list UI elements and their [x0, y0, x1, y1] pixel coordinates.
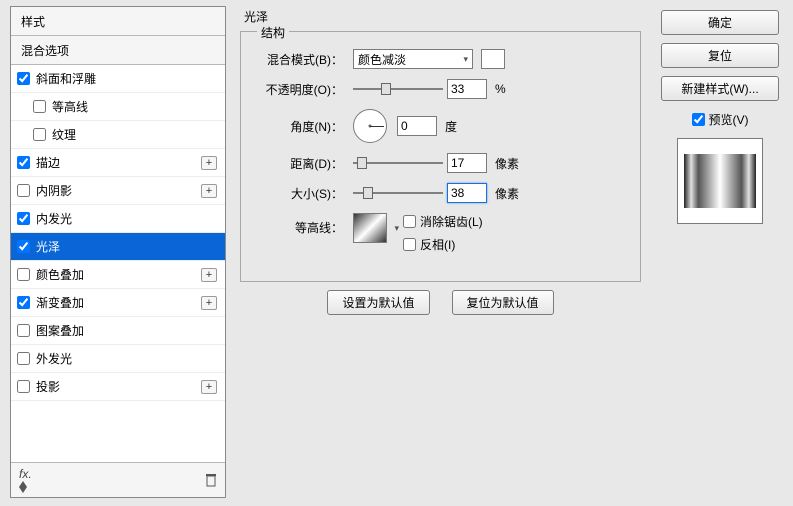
distance-label: 距离(D)：: [255, 155, 343, 172]
trash-icon[interactable]: [205, 473, 217, 487]
plus-icon[interactable]: +: [201, 380, 217, 394]
plus-icon[interactable]: +: [201, 268, 217, 282]
preview-checkbox[interactable]: [692, 113, 705, 126]
distance-slider[interactable]: [353, 154, 443, 172]
fx-label: fx: [19, 467, 28, 481]
fx-dot: .: [28, 467, 31, 481]
angle-input[interactable]: 0: [397, 116, 437, 136]
section-title: 光泽: [240, 8, 641, 25]
style-item[interactable]: 纹理: [11, 121, 225, 149]
style-list: 斜面和浮雕等高线纹理描边+内阴影+内发光光泽颜色叠加+渐变叠加+图案叠加外发光投…: [11, 65, 225, 462]
plus-icon[interactable]: +: [201, 296, 217, 310]
chevron-down-icon: ▾: [463, 54, 468, 65]
style-item-label: 渐变叠加: [36, 294, 201, 311]
color-swatch[interactable]: [481, 49, 505, 69]
size-label: 大小(S)：: [255, 185, 343, 202]
blend-mode-label: 混合模式(B)：: [255, 51, 343, 68]
style-item-label: 颜色叠加: [36, 266, 201, 283]
slider-thumb[interactable]: [363, 187, 373, 199]
style-item[interactable]: 外发光: [11, 345, 225, 373]
style-item-label: 描边: [36, 154, 201, 171]
style-item[interactable]: 投影+: [11, 373, 225, 401]
size-input[interactable]: 38: [447, 183, 487, 203]
invert-checkbox[interactable]: 反相(I): [403, 236, 483, 253]
style-item-label: 等高线: [52, 98, 217, 115]
style-checkbox[interactable]: [17, 352, 30, 365]
chevron-down-icon[interactable]: ▾: [394, 223, 399, 234]
style-item-label: 外发光: [36, 350, 217, 367]
style-item-label: 内发光: [36, 210, 217, 227]
arrow-down-icon[interactable]: [19, 487, 32, 493]
style-checkbox[interactable]: [17, 268, 30, 281]
style-checkbox[interactable]: [17, 296, 30, 309]
styles-footer: fx.: [11, 462, 225, 497]
style-checkbox[interactable]: [17, 184, 30, 197]
plus-icon[interactable]: +: [201, 156, 217, 170]
reset-default-button[interactable]: 复位为默认值: [452, 290, 554, 315]
distance-input[interactable]: 17: [447, 153, 487, 173]
style-item[interactable]: 内阴影+: [11, 177, 225, 205]
distance-unit: 像素: [495, 155, 519, 172]
style-item[interactable]: 等高线: [11, 93, 225, 121]
opacity-slider[interactable]: [353, 80, 443, 98]
style-item[interactable]: 颜色叠加+: [11, 261, 225, 289]
style-checkbox[interactable]: [17, 240, 30, 253]
cancel-button[interactable]: 复位: [661, 43, 779, 68]
plus-icon[interactable]: +: [201, 184, 217, 198]
make-default-button[interactable]: 设置为默认值: [327, 290, 429, 315]
blend-mode-value: 颜色减淡: [358, 51, 406, 68]
angle-label: 角度(N)：: [255, 118, 343, 135]
style-item-label: 斜面和浮雕: [36, 70, 217, 87]
angle-unit: 度: [445, 118, 457, 135]
style-checkbox[interactable]: [17, 380, 30, 393]
style-item[interactable]: 斜面和浮雕: [11, 65, 225, 93]
style-item[interactable]: 渐变叠加+: [11, 289, 225, 317]
style-item[interactable]: 图案叠加: [11, 317, 225, 345]
size-unit: 像素: [495, 185, 519, 202]
style-item-label: 光泽: [36, 238, 217, 255]
preview-swatch: [684, 154, 756, 208]
style-checkbox[interactable]: [33, 128, 46, 141]
style-item[interactable]: 描边+: [11, 149, 225, 177]
style-item-label: 图案叠加: [36, 322, 217, 339]
antialias-checkbox[interactable]: 消除锯齿(L): [403, 213, 483, 230]
style-item-label: 内阴影: [36, 182, 201, 199]
style-item-label: 纹理: [52, 126, 217, 143]
style-checkbox[interactable]: [33, 100, 46, 113]
blend-mode-select[interactable]: 颜色减淡 ▾: [353, 49, 473, 69]
opacity-unit: %: [495, 82, 506, 96]
style-item[interactable]: 光泽: [11, 233, 225, 261]
structure-legend: 结构: [257, 24, 289, 41]
angle-dial[interactable]: [353, 109, 387, 143]
contour-picker[interactable]: [353, 213, 387, 243]
opacity-input[interactable]: 33: [447, 79, 487, 99]
new-style-button[interactable]: 新建样式(W)...: [661, 76, 779, 101]
styles-header-label: 样式: [21, 15, 45, 29]
size-slider[interactable]: [353, 184, 443, 202]
blend-options-label: 混合选项: [21, 44, 69, 58]
slider-thumb[interactable]: [357, 157, 367, 169]
opacity-label: 不透明度(O)：: [255, 81, 343, 98]
settings-panel: 光泽 结构 混合模式(B)： 颜色减淡 ▾ 不透明度(O)：: [236, 6, 645, 498]
style-checkbox[interactable]: [17, 212, 30, 225]
blend-options-header[interactable]: 混合选项: [11, 36, 225, 65]
actions-panel: 确定 复位 新建样式(W)... 预览(V): [655, 6, 785, 498]
contour-label: 等高线：: [255, 213, 343, 236]
style-item-label: 投影: [36, 378, 201, 395]
style-checkbox[interactable]: [17, 156, 30, 169]
preview-box: [677, 138, 763, 224]
style-checkbox[interactable]: [17, 72, 30, 85]
ok-button[interactable]: 确定: [661, 10, 779, 35]
style-item[interactable]: 内发光: [11, 205, 225, 233]
styles-header: 样式: [11, 7, 225, 36]
style-checkbox[interactable]: [17, 324, 30, 337]
styles-panel: 样式 混合选项 斜面和浮雕等高线纹理描边+内阴影+内发光光泽颜色叠加+渐变叠加+…: [10, 6, 226, 498]
preview-label: 预览(V): [709, 111, 749, 128]
slider-thumb[interactable]: [381, 83, 391, 95]
structure-fieldset: 结构 混合模式(B)： 颜色减淡 ▾ 不透明度(O)： 3: [240, 31, 641, 282]
